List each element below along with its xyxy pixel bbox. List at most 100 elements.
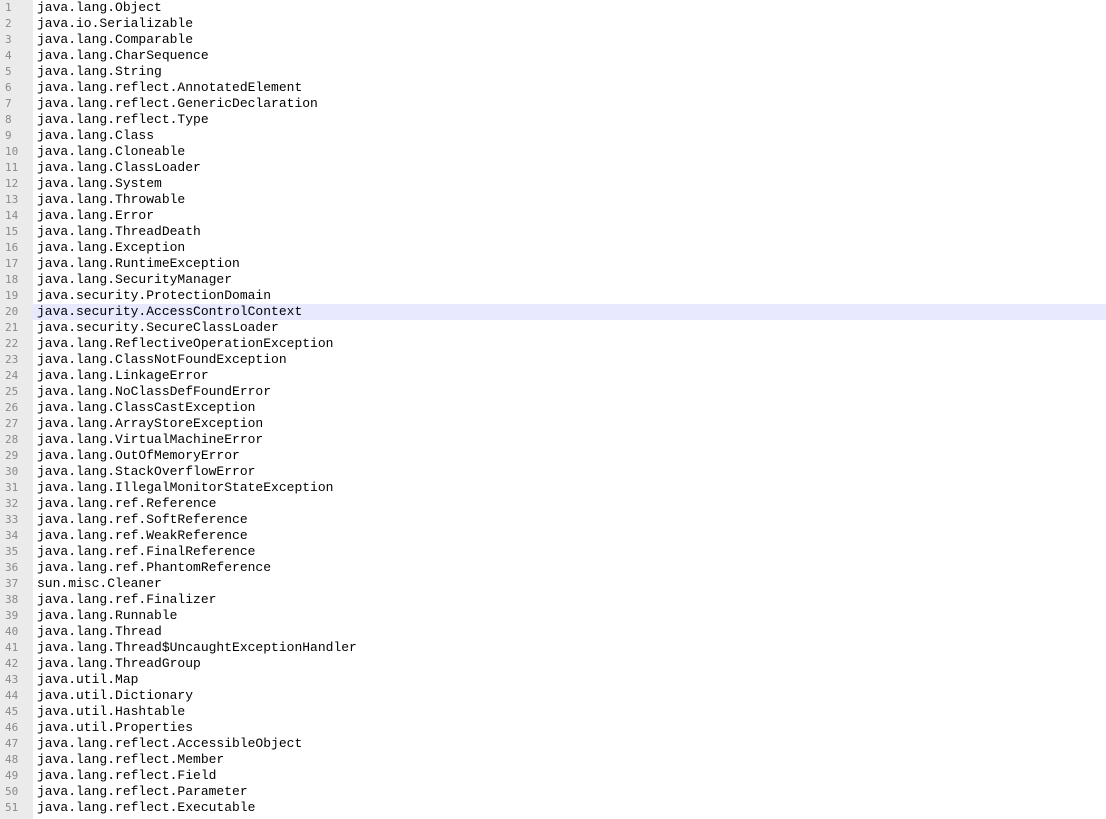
line-text[interactable]: java.lang.Thread$UncaughtExceptionHandle… — [33, 640, 357, 656]
editor-line[interactable]: 17 java.lang.RuntimeException — [0, 256, 1106, 272]
line-text[interactable]: sun.misc.Cleaner — [33, 576, 162, 592]
editor-line[interactable]: 14 java.lang.Error — [0, 208, 1106, 224]
line-text[interactable]: java.lang.ThreadGroup — [33, 656, 201, 672]
editor-line[interactable]: 7 java.lang.reflect.GenericDeclaration — [0, 96, 1106, 112]
editor-line[interactable]: 30 java.lang.StackOverflowError — [0, 464, 1106, 480]
editor-line[interactable]: 28 java.lang.VirtualMachineError — [0, 432, 1106, 448]
editor-line[interactable]: 24 java.lang.LinkageError — [0, 368, 1106, 384]
line-text[interactable]: java.lang.ref.FinalReference — [33, 544, 255, 560]
line-text[interactable]: java.lang.ref.Finalizer — [33, 592, 216, 608]
line-text[interactable]: java.lang.Object — [33, 0, 162, 16]
editor-line[interactable]: 16 java.lang.Exception — [0, 240, 1106, 256]
editor-line[interactable]: 48 java.lang.reflect.Member — [0, 752, 1106, 768]
editor-line[interactable]: 9 java.lang.Class — [0, 128, 1106, 144]
line-text[interactable]: java.lang.ref.PhantomReference — [33, 560, 271, 576]
editor-line[interactable]: 23 java.lang.ClassNotFoundException — [0, 352, 1106, 368]
line-text[interactable]: java.io.Serializable — [33, 16, 193, 32]
line-text[interactable]: java.lang.ref.WeakReference — [33, 528, 248, 544]
line-text[interactable]: java.lang.Error — [33, 208, 154, 224]
editor-line[interactable]: 35 java.lang.ref.FinalReference — [0, 544, 1106, 560]
editor-line[interactable]: 46 java.util.Properties — [0, 720, 1106, 736]
line-text[interactable]: java.lang.OutOfMemoryError — [33, 448, 240, 464]
editor-line[interactable]: 37 sun.misc.Cleaner — [0, 576, 1106, 592]
editor-line[interactable]: 47 java.lang.reflect.AccessibleObject — [0, 736, 1106, 752]
editor-line[interactable]: 50 java.lang.reflect.Parameter — [0, 784, 1106, 800]
line-text[interactable]: java.lang.ref.Reference — [33, 496, 216, 512]
editor-line[interactable]: 13 java.lang.Throwable — [0, 192, 1106, 208]
line-text[interactable]: java.lang.ClassNotFoundException — [33, 352, 287, 368]
editor-line[interactable]: 11 java.lang.ClassLoader — [0, 160, 1106, 176]
line-text[interactable]: java.lang.reflect.Member — [33, 752, 224, 768]
editor-line[interactable]: 8 java.lang.reflect.Type — [0, 112, 1106, 128]
editor-line[interactable]: 31 java.lang.IllegalMonitorStateException — [0, 480, 1106, 496]
line-text[interactable]: java.lang.String — [33, 64, 162, 80]
line-text[interactable]: java.lang.Exception — [33, 240, 185, 256]
line-text[interactable]: java.lang.System — [33, 176, 162, 192]
editor-line[interactable]: 6 java.lang.reflect.AnnotatedElement — [0, 80, 1106, 96]
line-text[interactable]: java.security.ProtectionDomain — [33, 288, 271, 304]
line-text[interactable]: java.lang.ThreadDeath — [33, 224, 201, 240]
editor-line[interactable]: 51 java.lang.reflect.Executable — [0, 800, 1106, 816]
line-text[interactable]: java.util.Dictionary — [33, 688, 193, 704]
editor-line[interactable]: 5 java.lang.String — [0, 64, 1106, 80]
editor-line[interactable]: 41 java.lang.Thread$UncaughtExceptionHand… — [0, 640, 1106, 656]
editor-line[interactable]: 12 java.lang.System — [0, 176, 1106, 192]
line-text[interactable]: java.lang.ReflectiveOperationException — [33, 336, 333, 352]
line-text[interactable]: java.lang.ClassCastException — [33, 400, 255, 416]
editor-line[interactable]: 32 java.lang.ref.Reference — [0, 496, 1106, 512]
line-text[interactable]: java.lang.Class — [33, 128, 154, 144]
line-text[interactable]: java.lang.NoClassDefFoundError — [33, 384, 271, 400]
editor-line[interactable]: 45 java.util.Hashtable — [0, 704, 1106, 720]
line-text[interactable]: java.lang.LinkageError — [33, 368, 209, 384]
line-text[interactable]: java.lang.reflect.Type — [33, 112, 209, 128]
editor-line[interactable]: 39 java.lang.Runnable — [0, 608, 1106, 624]
line-text[interactable]: java.lang.reflect.GenericDeclaration — [33, 96, 318, 112]
line-text[interactable]: java.lang.reflect.Parameter — [33, 784, 248, 800]
editor-line[interactable]: 22 java.lang.ReflectiveOperationException — [0, 336, 1106, 352]
line-text[interactable]: java.lang.CharSequence — [33, 48, 209, 64]
line-text[interactable]: java.lang.reflect.Field — [33, 768, 216, 784]
editor-line[interactable]: 38 java.lang.ref.Finalizer — [0, 592, 1106, 608]
line-text[interactable]: java.lang.Thread — [33, 624, 162, 640]
editor-line[interactable]: 2 java.io.Serializable — [0, 16, 1106, 32]
line-text[interactable]: java.security.SecureClassLoader — [33, 320, 279, 336]
line-text[interactable]: java.util.Properties — [33, 720, 193, 736]
line-text[interactable]: java.lang.reflect.AnnotatedElement — [33, 80, 302, 96]
current-line[interactable]: 20 java.security.AccessControlContext — [0, 304, 1106, 320]
editor-line[interactable]: 26 java.lang.ClassCastException — [0, 400, 1106, 416]
line-text[interactable]: java.lang.Runnable — [33, 608, 177, 624]
line-text[interactable]: java.lang.RuntimeException — [33, 256, 240, 272]
line-text[interactable]: java.lang.StackOverflowError — [33, 464, 255, 480]
editor-line[interactable]: 19 java.security.ProtectionDomain — [0, 288, 1106, 304]
line-text[interactable]: java.lang.VirtualMachineError — [33, 432, 263, 448]
editor-line[interactable]: 40 java.lang.Thread — [0, 624, 1106, 640]
editor-line[interactable]: 43 java.util.Map — [0, 672, 1106, 688]
editor-line[interactable]: 4 java.lang.CharSequence — [0, 48, 1106, 64]
line-text[interactable]: java.util.Hashtable — [33, 704, 185, 720]
editor-line[interactable]: 18 java.lang.SecurityManager — [0, 272, 1106, 288]
line-text[interactable]: java.lang.ArrayStoreException — [33, 416, 263, 432]
text-editor[interactable]: 1 java.lang.Object 2 java.io.Serializable 3 j… — [0, 0, 1106, 819]
line-text[interactable]: java.lang.ClassLoader — [33, 160, 201, 176]
editor-line[interactable]: 15 java.lang.ThreadDeath — [0, 224, 1106, 240]
line-text[interactable]: java.lang.Comparable — [33, 32, 193, 48]
editor-line[interactable]: 36 java.lang.ref.PhantomReference — [0, 560, 1106, 576]
editor-line[interactable]: 25 java.lang.NoClassDefFoundError — [0, 384, 1106, 400]
editor-line[interactable]: 49 java.lang.reflect.Field — [0, 768, 1106, 784]
editor-line[interactable]: 3 java.lang.Comparable — [0, 32, 1106, 48]
line-text[interactable]: java.lang.IllegalMonitorStateException — [33, 480, 333, 496]
line-text[interactable]: java.util.Map — [33, 672, 138, 688]
line-text[interactable]: java.lang.Throwable — [33, 192, 185, 208]
editor-line[interactable]: 29 java.lang.OutOfMemoryError — [0, 448, 1106, 464]
line-text[interactable]: java.lang.ref.SoftReference — [33, 512, 248, 528]
line-text[interactable]: java.lang.reflect.AccessibleObject — [33, 736, 302, 752]
editor-line[interactable]: 27 java.lang.ArrayStoreException — [0, 416, 1106, 432]
line-text[interactable]: java.lang.SecurityManager — [33, 272, 232, 288]
editor-line[interactable]: 42 java.lang.ThreadGroup — [0, 656, 1106, 672]
line-text[interactable]: java.security.AccessControlContext — [33, 304, 302, 320]
editor-line[interactable]: 44 java.util.Dictionary — [0, 688, 1106, 704]
editor-line[interactable]: 21 java.security.SecureClassLoader — [0, 320, 1106, 336]
line-text[interactable]: java.lang.Cloneable — [33, 144, 185, 160]
line-text[interactable]: java.lang.reflect.Executable — [33, 800, 255, 816]
editor-line[interactable]: 10 java.lang.Cloneable — [0, 144, 1106, 160]
